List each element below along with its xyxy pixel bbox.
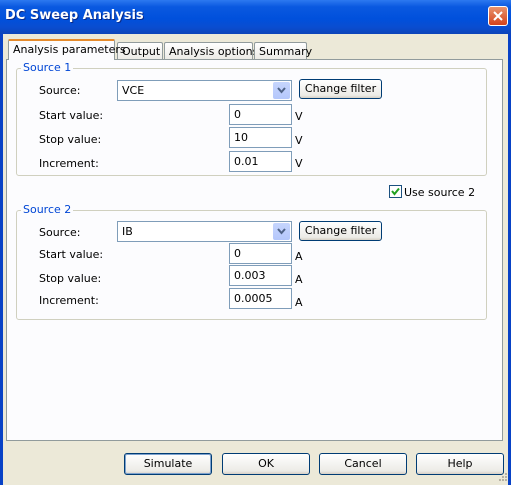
source1-select-value: VCE — [122, 84, 145, 97]
source1-source-label: Source: — [39, 84, 81, 97]
tab-label: Summary — [259, 45, 313, 58]
source2-stop-input[interactable]: 0.003 — [229, 265, 292, 286]
tab-label: Analysis parameters — [13, 43, 126, 56]
close-icon — [493, 11, 503, 21]
source1-start-label: Start value: — [39, 109, 104, 122]
source2-stop-label: Stop value: — [39, 272, 102, 285]
close-button[interactable] — [488, 6, 508, 26]
window-title: DC Sweep Analysis — [5, 8, 144, 23]
source2-dropdown-button[interactable] — [273, 223, 290, 240]
source2-increment-label: Increment: — [39, 294, 99, 307]
source1-change-filter-button[interactable]: Change filter — [299, 79, 382, 99]
chevron-down-icon — [277, 87, 286, 94]
resize-grip-icon[interactable] — [498, 472, 508, 482]
chevron-down-icon — [277, 228, 286, 235]
use-source2-checkbox[interactable] — [389, 185, 402, 198]
source1-group-label: Source 1 — [21, 61, 74, 74]
ok-button[interactable]: OK — [222, 453, 310, 475]
source1-increment-input[interactable]: 0.01 — [229, 151, 292, 172]
tab-label: Analysis options — [169, 45, 259, 58]
checkmark-icon — [391, 187, 400, 196]
tab-analysis-parameters[interactable]: Analysis parameters — [8, 39, 126, 60]
help-button[interactable]: Help — [416, 453, 504, 475]
source1-stop-unit: V — [295, 134, 303, 147]
source2-start-input[interactable]: 0 — [229, 243, 292, 264]
source2-start-label: Start value: — [39, 248, 104, 261]
source1-dropdown-button[interactable] — [273, 82, 290, 99]
source2-increment-unit: A — [295, 296, 303, 309]
source2-source-label: Source: — [39, 226, 81, 239]
source2-select-value: IB — [122, 225, 133, 238]
tab-summary[interactable]: Summary — [254, 42, 312, 59]
title-bar[interactable]: DC Sweep Analysis — [0, 0, 511, 34]
source2-stop-unit: A — [295, 273, 303, 286]
source1-start-input[interactable]: 0 — [229, 104, 292, 125]
source2-select[interactable]: IB — [117, 221, 292, 242]
source1-stop-input[interactable]: 10 — [229, 127, 292, 148]
cancel-button[interactable]: Cancel — [319, 453, 407, 475]
source2-group-label: Source 2 — [21, 203, 74, 216]
source2-change-filter-button[interactable]: Change filter — [299, 221, 382, 241]
use-source2-label[interactable]: Use source 2 — [404, 186, 475, 199]
source1-increment-label: Increment: — [39, 157, 99, 170]
simulate-button[interactable]: Simulate — [124, 453, 212, 475]
tab-analysis-options[interactable]: Analysis options — [164, 42, 258, 59]
source2-start-unit: A — [295, 250, 303, 263]
tab-label: Output — [122, 45, 161, 58]
source1-increment-unit: V — [295, 157, 303, 170]
source1-start-unit: V — [295, 110, 303, 123]
source2-increment-input[interactable]: 0.0005 — [229, 288, 292, 309]
window-frame-left — [0, 34, 3, 485]
source1-select[interactable]: VCE — [117, 80, 292, 101]
source1-stop-label: Stop value: — [39, 133, 102, 146]
